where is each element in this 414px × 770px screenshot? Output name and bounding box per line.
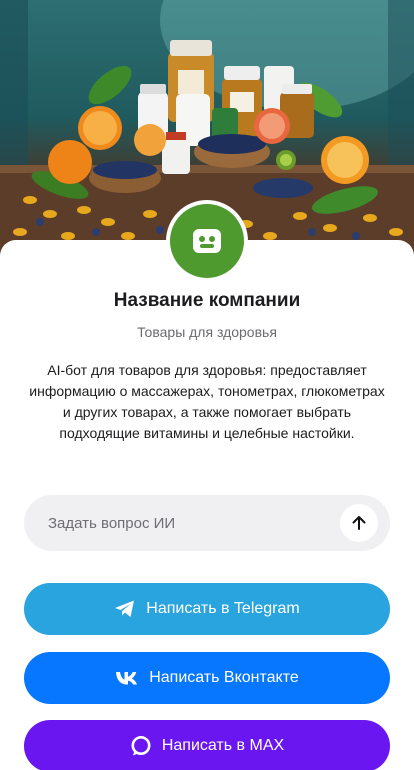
company-description: AI-бот для товаров для здоровья: предост… [29,362,385,441]
company-name: Название компании [113,290,301,311]
ask-ai-field [24,495,390,551]
telegram-icon [114,599,136,619]
arrow-up-icon [352,516,366,530]
ask-ai-input[interactable] [24,514,340,532]
vk-icon [115,670,139,686]
company-logo [166,200,248,282]
max-button-label: Написать в MAX [161,737,285,754]
bot-logo-icon [170,204,244,278]
telegram-button-label: Написать в Telegram [146,600,300,617]
max-icon [130,735,152,757]
vk-button-label: Написать Вконтакте [149,669,299,686]
company-subtitle: Товары для здоровья [137,324,277,340]
vk-button[interactable]: Написать Вконтакте [24,652,390,704]
telegram-button[interactable]: Написать в Telegram [24,583,390,635]
send-button[interactable] [340,504,378,542]
max-button[interactable]: Написать в MAX [24,720,390,770]
